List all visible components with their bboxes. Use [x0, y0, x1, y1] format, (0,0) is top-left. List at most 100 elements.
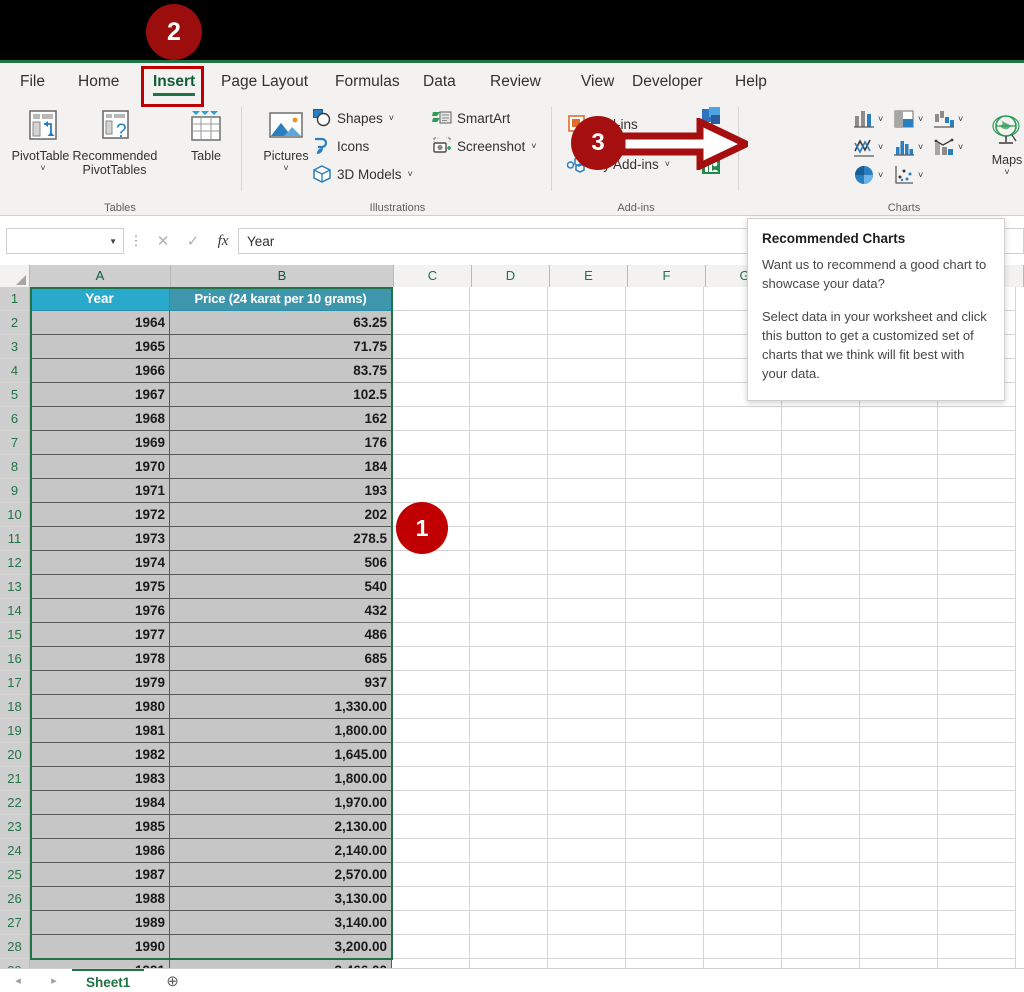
cell-empty[interactable]: [626, 863, 704, 887]
cell-empty[interactable]: [704, 407, 782, 431]
cell-empty[interactable]: [938, 815, 1016, 839]
column-header-d[interactable]: D: [472, 265, 550, 287]
cell-empty[interactable]: [470, 863, 548, 887]
cell-a1[interactable]: Year: [30, 287, 170, 311]
cell-empty[interactable]: [548, 311, 626, 335]
cell-empty[interactable]: [860, 767, 938, 791]
cell-a3[interactable]: 1965: [30, 335, 170, 359]
tab-page-layout[interactable]: Page Layout: [209, 63, 320, 100]
cell-empty[interactable]: [470, 887, 548, 911]
addin-tile-people-graph-icon[interactable]: [701, 157, 721, 180]
cancel-formula-icon[interactable]: ✕: [148, 232, 178, 250]
next-sheet-icon[interactable]: ▸: [51, 974, 57, 987]
cell-empty[interactable]: [626, 503, 704, 527]
cell-a24[interactable]: 1986: [30, 839, 170, 863]
cell-empty[interactable]: [548, 479, 626, 503]
cell-b8[interactable]: 184: [170, 455, 392, 479]
cell-b2[interactable]: 63.25: [170, 311, 392, 335]
cell-b10[interactable]: 202: [170, 503, 392, 527]
chevron-down-icon[interactable]: ˅: [878, 114, 883, 124]
cell-empty[interactable]: [548, 647, 626, 671]
cell-empty[interactable]: [392, 431, 470, 455]
cell-empty[interactable]: [782, 935, 860, 959]
cell-empty[interactable]: [860, 407, 938, 431]
column-header-c[interactable]: C: [394, 265, 472, 287]
cell-empty[interactable]: [548, 863, 626, 887]
cell-b23[interactable]: 2,130.00: [170, 815, 392, 839]
row-header[interactable]: 24: [0, 839, 30, 863]
cell-b12[interactable]: 506: [170, 551, 392, 575]
cell-empty[interactable]: [548, 575, 626, 599]
cell-empty[interactable]: [938, 431, 1016, 455]
column-chart-button[interactable]: ˅: [852, 105, 890, 133]
cell-empty[interactable]: [470, 647, 548, 671]
tab-insert[interactable]: Insert: [141, 63, 207, 100]
cell-empty[interactable]: [938, 791, 1016, 815]
cell-empty[interactable]: [860, 815, 938, 839]
cell-empty[interactable]: [548, 767, 626, 791]
cell-empty[interactable]: [392, 335, 470, 359]
cell-empty[interactable]: [548, 839, 626, 863]
row-header[interactable]: 8: [0, 455, 30, 479]
cell-a8[interactable]: 1970: [30, 455, 170, 479]
cell-empty[interactable]: [548, 815, 626, 839]
cell-empty[interactable]: [782, 575, 860, 599]
icons-button[interactable]: Icons: [311, 133, 369, 159]
cell-empty[interactable]: [704, 479, 782, 503]
cell-empty[interactable]: [548, 935, 626, 959]
cell-empty[interactable]: [470, 359, 548, 383]
cell-empty[interactable]: [392, 647, 470, 671]
cell-a12[interactable]: 1974: [30, 551, 170, 575]
cell-empty[interactable]: [782, 647, 860, 671]
cell-empty[interactable]: [470, 767, 548, 791]
cell-empty[interactable]: [548, 407, 626, 431]
pie-chart-button[interactable]: ˅: [852, 161, 890, 189]
cell-empty[interactable]: [938, 695, 1016, 719]
row-header[interactable]: 22: [0, 791, 30, 815]
tab-review[interactable]: Review: [478, 63, 553, 100]
cell-empty[interactable]: [548, 887, 626, 911]
cell-empty[interactable]: [860, 791, 938, 815]
cell-empty[interactable]: [392, 623, 470, 647]
cell-empty[interactable]: [470, 383, 548, 407]
cell-empty[interactable]: [392, 575, 470, 599]
row-header[interactable]: 2: [0, 311, 30, 335]
cell-empty[interactable]: [704, 767, 782, 791]
cell-empty[interactable]: [626, 527, 704, 551]
cell-empty[interactable]: [626, 479, 704, 503]
cell-empty[interactable]: [704, 503, 782, 527]
row-header[interactable]: 27: [0, 911, 30, 935]
cell-empty[interactable]: [782, 911, 860, 935]
column-header-e[interactable]: E: [550, 265, 628, 287]
cell-empty[interactable]: [626, 671, 704, 695]
select-all-corner[interactable]: [0, 265, 30, 287]
cell-b14[interactable]: 432: [170, 599, 392, 623]
cell-b16[interactable]: 685: [170, 647, 392, 671]
cell-empty[interactable]: [704, 647, 782, 671]
cell-b19[interactable]: 1,800.00: [170, 719, 392, 743]
cell-empty[interactable]: [704, 551, 782, 575]
cell-empty[interactable]: [782, 599, 860, 623]
row-header[interactable]: 21: [0, 767, 30, 791]
row-header[interactable]: 13: [0, 575, 30, 599]
cell-empty[interactable]: [626, 599, 704, 623]
cell-empty[interactable]: [860, 671, 938, 695]
cell-empty[interactable]: [392, 287, 470, 311]
row-header[interactable]: 1: [0, 287, 30, 311]
waterfall-chart-button[interactable]: ˅: [932, 105, 970, 133]
chevron-down-icon[interactable]: ˅: [958, 142, 963, 152]
smartart-button[interactable]: SmartArt: [431, 105, 510, 131]
cell-empty[interactable]: [860, 647, 938, 671]
cell-empty[interactable]: [860, 431, 938, 455]
cell-b15[interactable]: 486: [170, 623, 392, 647]
cell-empty[interactable]: [392, 839, 470, 863]
cell-empty[interactable]: [704, 815, 782, 839]
cell-a7[interactable]: 1969: [30, 431, 170, 455]
row-header[interactable]: 11: [0, 527, 30, 551]
cell-empty[interactable]: [470, 455, 548, 479]
chevron-down-icon[interactable]: ˅: [918, 142, 923, 152]
cell-empty[interactable]: [938, 839, 1016, 863]
cell-b4[interactable]: 83.75: [170, 359, 392, 383]
cell-empty[interactable]: [626, 767, 704, 791]
cell-empty[interactable]: [860, 575, 938, 599]
